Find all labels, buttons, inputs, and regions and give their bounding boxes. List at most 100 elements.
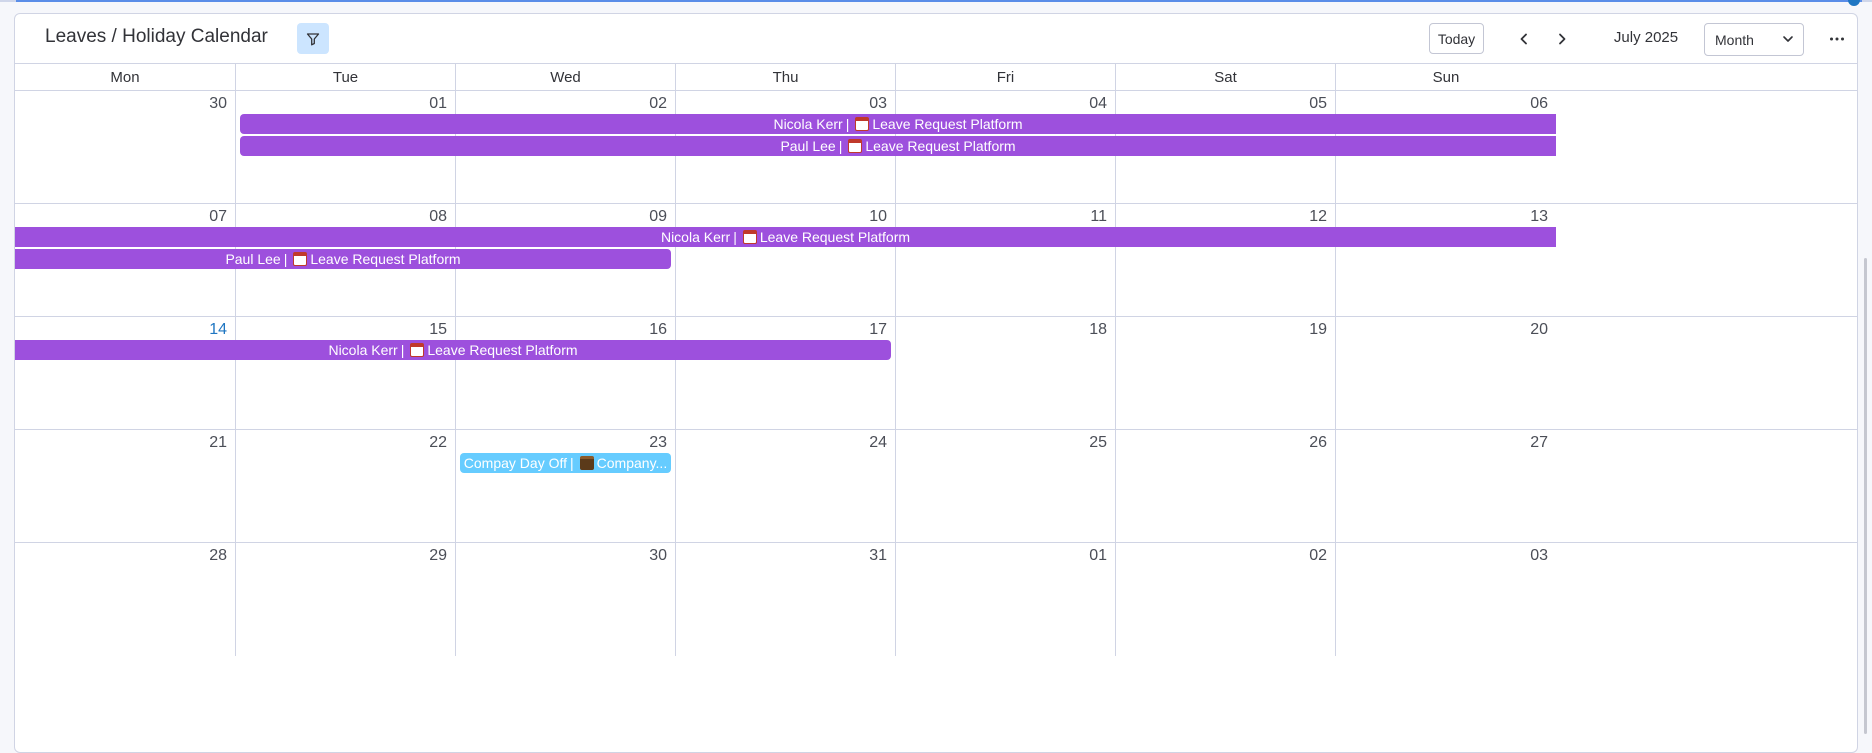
event-person: Paul Lee [225, 251, 281, 267]
leave-event[interactable]: Nicola Kerr | Leave Request Platform [15, 227, 1556, 247]
today-button[interactable]: Today [1429, 23, 1484, 54]
day-cell[interactable]: 28 [15, 543, 236, 656]
day-number: 06 [1530, 95, 1548, 112]
day-cell[interactable]: 03 [1336, 543, 1556, 656]
day-cell[interactable]: 27 [1336, 430, 1556, 542]
leave-event[interactable]: Nicola Kerr | Leave Request Platform [240, 114, 1556, 134]
event-source: Leave Request Platform [872, 116, 1023, 132]
event-person: Nicola Kerr [328, 342, 398, 358]
day-number: 30 [649, 547, 667, 564]
more-options-button[interactable] [1822, 23, 1852, 54]
event-title: Compay Day Off [463, 455, 568, 471]
scroll-handle[interactable] [1848, 0, 1860, 6]
dow-sun: Sun [1432, 69, 1460, 86]
day-number: 01 [429, 95, 447, 112]
day-of-week-header: Mon Tue Wed Thu Fri Sat Sun [15, 63, 1857, 91]
calendar-icon [293, 252, 308, 266]
day-number: 10 [869, 208, 887, 225]
day-cell[interactable]: 18 [896, 317, 1116, 429]
day-cell[interactable]: 12 [1116, 204, 1336, 316]
company-event[interactable]: Compay Day Off | Company... [460, 453, 671, 473]
day-cell[interactable]: 11 [896, 204, 1116, 316]
day-number: 02 [649, 95, 667, 112]
calendar-title: Leaves / Holiday Calendar [45, 26, 268, 47]
day-cell[interactable]: 30 [456, 543, 676, 656]
day-cell[interactable]: 26 [1116, 430, 1336, 542]
day-cell[interactable]: 24 [676, 430, 896, 542]
dow-mon: Mon [15, 64, 236, 91]
day-cell[interactable]: 10 [676, 204, 896, 316]
day-number: 20 [1530, 321, 1548, 338]
day-number: 03 [869, 95, 887, 112]
day-number: 23 [649, 434, 667, 451]
day-cell[interactable]: 25 [896, 430, 1116, 542]
event-person: Nicola Kerr [773, 116, 843, 132]
dow-tue: Tue [236, 64, 456, 91]
day-number: 02 [1309, 547, 1327, 564]
event-source: Company... [596, 455, 668, 471]
event-person: Nicola Kerr [660, 229, 731, 245]
day-number: 16 [649, 321, 667, 338]
briefcase-icon [579, 456, 594, 470]
day-number: 15 [429, 321, 447, 338]
week-row: 07 08 09 10 11 12 13 Nicola Kerr | Leave R… [15, 204, 1857, 317]
day-cell[interactable]: 16 [456, 317, 676, 429]
today-day-number: 14 [209, 321, 227, 338]
day-number: 04 [1089, 95, 1107, 112]
dow-wed: Wed [456, 64, 676, 91]
event-separator: | [733, 229, 737, 245]
day-number: 03 [1530, 547, 1548, 564]
day-cell[interactable]: 21 [15, 430, 236, 542]
week-row: 28 29 30 31 01 02 03 [15, 543, 1857, 656]
top-accent-bar [16, 0, 1862, 2]
day-cell[interactable]: 20 [1336, 317, 1556, 429]
day-cell[interactable]: 02 [1116, 543, 1336, 656]
chevron-down-icon [1783, 36, 1793, 42]
view-mode-select[interactable]: Month [1704, 23, 1804, 56]
day-number: 08 [429, 208, 447, 225]
leave-event[interactable]: Paul Lee | Leave Request Platform [15, 249, 671, 269]
day-cell[interactable]: 30 [15, 91, 236, 203]
calendar-header: Leaves / Holiday Calendar Today July 202… [15, 14, 1857, 63]
event-separator: | [838, 138, 843, 154]
day-number: 21 [209, 434, 227, 451]
day-cell[interactable]: 01 [896, 543, 1116, 656]
day-number: 17 [869, 321, 887, 338]
event-source: Leave Request Platform [759, 229, 911, 245]
day-number: 12 [1309, 208, 1327, 225]
day-cell[interactable]: 19 [1116, 317, 1336, 429]
day-number: 09 [649, 208, 667, 225]
leave-event[interactable]: Nicola Kerr | Leave Request Platform [15, 340, 891, 360]
day-number: 28 [209, 547, 227, 564]
calendar-icon [855, 117, 870, 131]
next-month-button[interactable] [1547, 23, 1577, 54]
day-cell[interactable]: 17 [676, 317, 896, 429]
event-separator: | [570, 455, 574, 471]
day-number: 13 [1530, 208, 1548, 225]
day-cell[interactable]: 31 [676, 543, 896, 656]
day-number: 18 [1089, 321, 1107, 338]
event-source: Leave Request Platform [427, 342, 578, 358]
previous-month-button[interactable] [1509, 23, 1539, 54]
week-row: 30 01 02 03 04 05 06 Nicola Kerr | Leave R… [15, 91, 1857, 204]
day-number: 26 [1309, 434, 1327, 451]
day-number: 07 [209, 208, 227, 225]
event-person: Paul Lee [780, 138, 836, 154]
event-separator: | [845, 116, 850, 132]
event-separator: | [400, 342, 405, 358]
filter-button[interactable] [297, 23, 329, 54]
day-number: 01 [1089, 547, 1107, 564]
event-source: Leave Request Platform [310, 251, 461, 267]
event-separator: | [283, 251, 288, 267]
day-cell[interactable]: 13 [1336, 204, 1556, 316]
day-cell[interactable]: 22 [236, 430, 456, 542]
view-mode-value: Month [1715, 31, 1754, 48]
event-source: Leave Request Platform [865, 138, 1016, 154]
page-scrollbar[interactable] [1864, 258, 1867, 734]
day-cell[interactable]: 23 [456, 430, 676, 542]
day-cell[interactable]: 29 [236, 543, 456, 656]
day-cell[interactable]: 14 [15, 317, 236, 429]
day-cell[interactable]: 15 [236, 317, 456, 429]
leave-event[interactable]: Paul Lee | Leave Request Platform [240, 136, 1556, 156]
dow-fri: Fri [896, 64, 1116, 91]
